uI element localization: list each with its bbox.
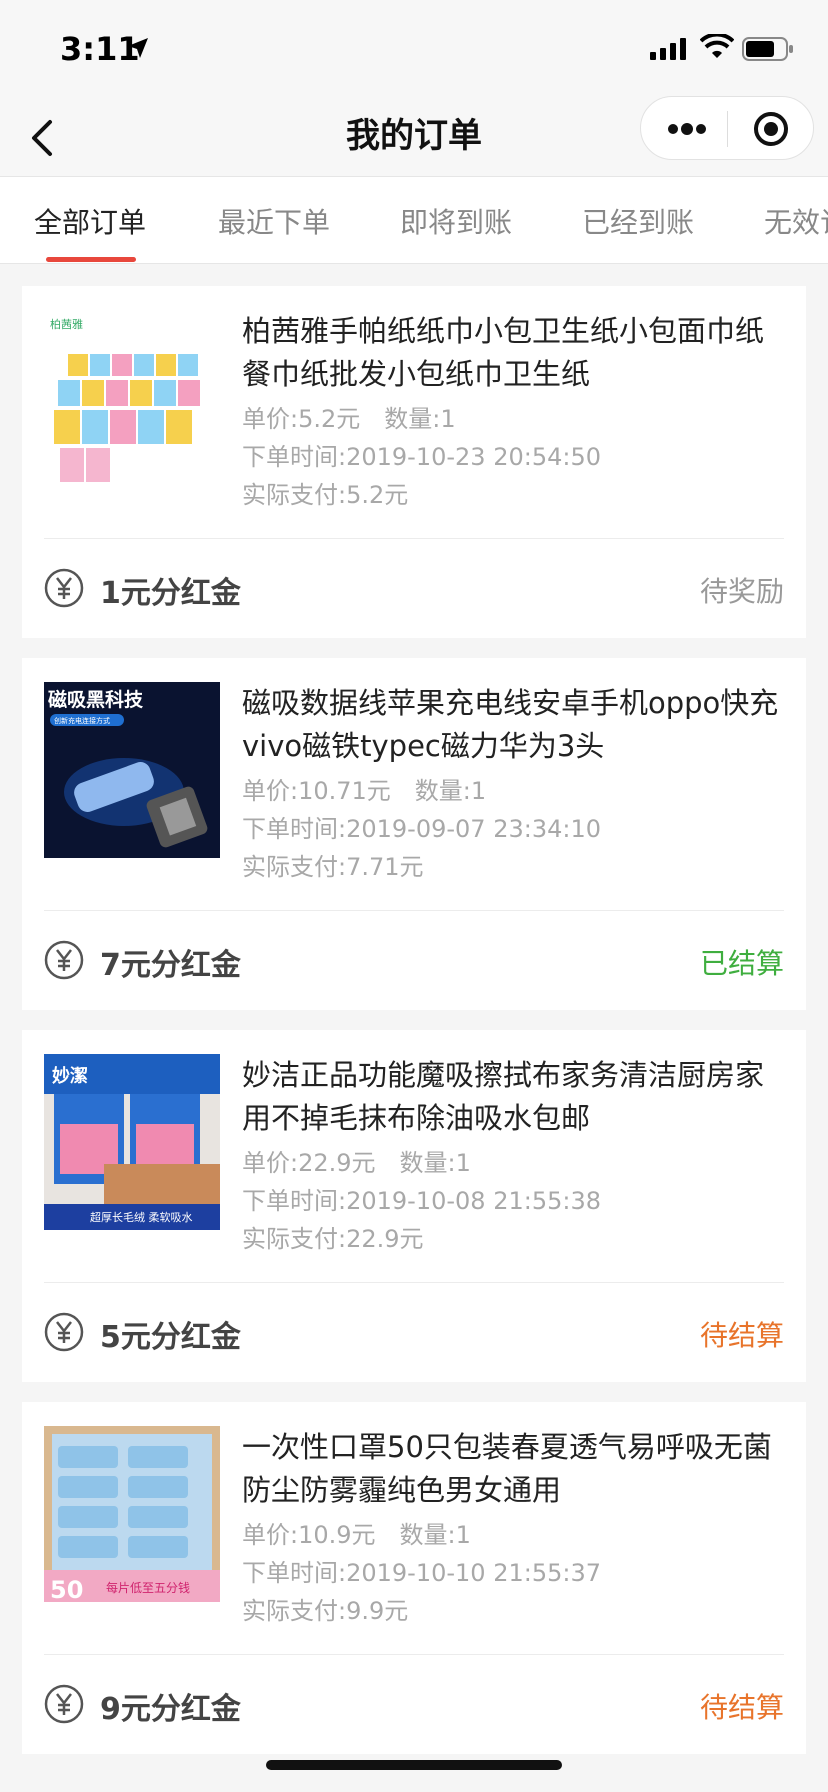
- battery-icon: [742, 37, 793, 61]
- bonus-amount: 9元分红金: [100, 1692, 241, 1727]
- tab-arrived[interactable]: 已经到账: [582, 201, 694, 241]
- product-thumbnail: 柏茜雅: [44, 310, 220, 486]
- close-target-icon[interactable]: [753, 111, 789, 147]
- price-quantity: 单价:10.71元 数量:1: [242, 772, 792, 810]
- order-time: 下单时间:2019-10-08 21:55:38: [242, 1187, 601, 1215]
- unit-price: 单价:10.71元: [242, 777, 391, 805]
- product-title: 磁吸数据线苹果充电线安卓手机oppo快充vivo磁铁typec磁力华为3头: [242, 686, 779, 763]
- yen-coin-icon: [44, 940, 84, 980]
- price-quantity: 单价:22.9元 数量:1: [242, 1144, 792, 1182]
- svg-text:每片低至五分钱: 每片低至五分钱: [106, 1580, 190, 1595]
- unit-price: 单价:10.9元: [242, 1521, 376, 1549]
- svg-text:磁吸黑科技: 磁吸黑科技: [48, 688, 144, 711]
- order-info: 一次性口罩50只包装春夏透气易呼吸无菌防尘防雾霾纯色男女通用 单价:10.9元数…: [242, 1426, 792, 1630]
- miniprogram-capsule: [640, 96, 814, 160]
- svg-text:妙潔: 妙潔: [52, 1065, 88, 1087]
- actual-payment: 实际支付:22.9元: [242, 1225, 424, 1253]
- face-mask-box-image: 50 每片低至五分钱: [44, 1426, 220, 1602]
- svg-text:50: 50: [50, 1576, 83, 1602]
- order-info: 柏茜雅手帕纸纸巾小包卫生纸小包面巾纸餐巾纸批发小包纸巾卫生纸 单价:5.2元 数量…: [242, 310, 792, 514]
- active-tab-indicator: [46, 257, 136, 262]
- order-time: 下单时间:2019-09-07 23:34:10: [242, 815, 601, 843]
- order-info: 磁吸数据线苹果充电线安卓手机oppo快充vivo磁铁typec磁力华为3头 单价…: [242, 682, 792, 886]
- price-quantity: 单价:5.2元 数量:1: [242, 400, 792, 438]
- cleaning-cloth-image: 妙潔 超厚长毛绒 柔软吸水: [44, 1054, 220, 1230]
- order-card[interactable]: 50 每片低至五分钱 一次性口罩50只包装春夏透气易呼吸无菌防尘防雾霾纯色男女通…: [22, 1402, 806, 1754]
- unit-price: 单价:22.9元: [242, 1149, 376, 1177]
- unit-price: 单价:5.2元: [242, 405, 361, 433]
- order-card[interactable]: 柏茜雅 柏茜雅手帕纸纸巾小包卫生纸小包面巾纸餐巾纸批发小包纸巾卫生纸 单价:5.…: [22, 286, 806, 638]
- product-title: 妙洁正品功能魔吸擦拭布家务清洁厨房家用不掉毛抹布除油吸水包邮: [242, 1058, 765, 1135]
- divider: [44, 910, 784, 911]
- order-status: 待奖励: [699, 575, 784, 608]
- actual-payment: 实际支付:7.71元: [242, 853, 424, 881]
- home-indicator[interactable]: [266, 1760, 562, 1770]
- order-card[interactable]: 妙潔 超厚长毛绒 柔软吸水 妙洁正品功能魔吸擦拭布家务清洁厨房家用不掉毛抹布除油…: [22, 1030, 806, 1382]
- wifi-icon: [700, 34, 734, 58]
- order-card[interactable]: 磁吸黑科技 创新充电连接方式 磁吸数据线苹果充电线安卓手机oppo快充vivo磁…: [22, 658, 806, 1010]
- status-bar: 3:11: [0, 0, 828, 96]
- cellular-signal-icon: [650, 38, 686, 60]
- product-title: 一次性口罩50只包装春夏透气易呼吸无菌防尘防雾霾纯色男女通用: [242, 1430, 772, 1507]
- yen-coin-icon: [44, 1312, 84, 1352]
- svg-text:柏茜雅: 柏茜雅: [50, 317, 83, 331]
- tab-invalid-orders[interactable]: 无效订: [764, 201, 828, 241]
- actual-payment: 实际支付:5.2元: [242, 481, 409, 509]
- product-thumbnail: 妙潔 超厚长毛绒 柔软吸水: [44, 1054, 220, 1230]
- tab-recent-orders[interactable]: 最近下单: [218, 201, 330, 241]
- yen-coin-icon: [44, 568, 84, 608]
- bonus-amount: 5元分红金: [100, 1320, 241, 1355]
- svg-text:创新充电连接方式: 创新充电连接方式: [54, 716, 110, 725]
- order-tabs: 全部订单 最近下单 即将到账 已经到账 无效订: [0, 176, 828, 264]
- divider: [44, 538, 784, 539]
- actual-payment: 实际支付:9.9元: [242, 1597, 409, 1625]
- order-time: 下单时间:2019-10-10 21:55:37: [242, 1559, 601, 1587]
- nav-bar: 我的订单: [0, 96, 828, 176]
- order-status: 已结算: [699, 947, 784, 980]
- order-time: 下单时间:2019-10-23 20:54:50: [242, 443, 601, 471]
- quantity: 数量:1: [384, 405, 456, 433]
- tissue-pack-image: 柏茜雅: [50, 317, 200, 482]
- tab-all-orders[interactable]: 全部订单: [34, 201, 146, 241]
- svg-text:超厚长毛绒 柔软吸水: 超厚长毛绒 柔软吸水: [90, 1210, 193, 1224]
- magnetic-cable-image: 磁吸黑科技 创新充电连接方式: [44, 682, 220, 858]
- order-status: 待结算: [699, 1691, 784, 1724]
- order-info: 妙洁正品功能魔吸擦拭布家务清洁厨房家用不掉毛抹布除油吸水包邮 单价:22.9元数…: [242, 1054, 792, 1258]
- divider: [44, 1282, 784, 1283]
- product-title: 柏茜雅手帕纸纸巾小包卫生纸小包面巾纸餐巾纸批发小包纸巾卫生纸: [242, 314, 765, 391]
- bonus-amount: 7元分红金: [100, 948, 241, 983]
- divider: [44, 1654, 784, 1655]
- capsule-divider: [727, 111, 728, 147]
- quantity: 数量:1: [399, 1521, 471, 1549]
- bonus-amount: 1元分红金: [100, 576, 241, 611]
- order-status: 待结算: [699, 1319, 784, 1352]
- quantity: 数量:1: [414, 777, 487, 805]
- quantity: 数量:1: [399, 1149, 471, 1177]
- more-dots-icon[interactable]: [665, 119, 709, 139]
- tab-arriving-soon[interactable]: 即将到账: [400, 201, 512, 241]
- yen-coin-icon: [44, 1684, 84, 1724]
- price-quantity: 单价:10.9元 数量:1: [242, 1516, 792, 1554]
- product-thumbnail: 磁吸黑科技 创新充电连接方式: [44, 682, 220, 858]
- location-arrow-icon: [128, 38, 148, 58]
- product-thumbnail: 50 每片低至五分钱: [44, 1426, 220, 1602]
